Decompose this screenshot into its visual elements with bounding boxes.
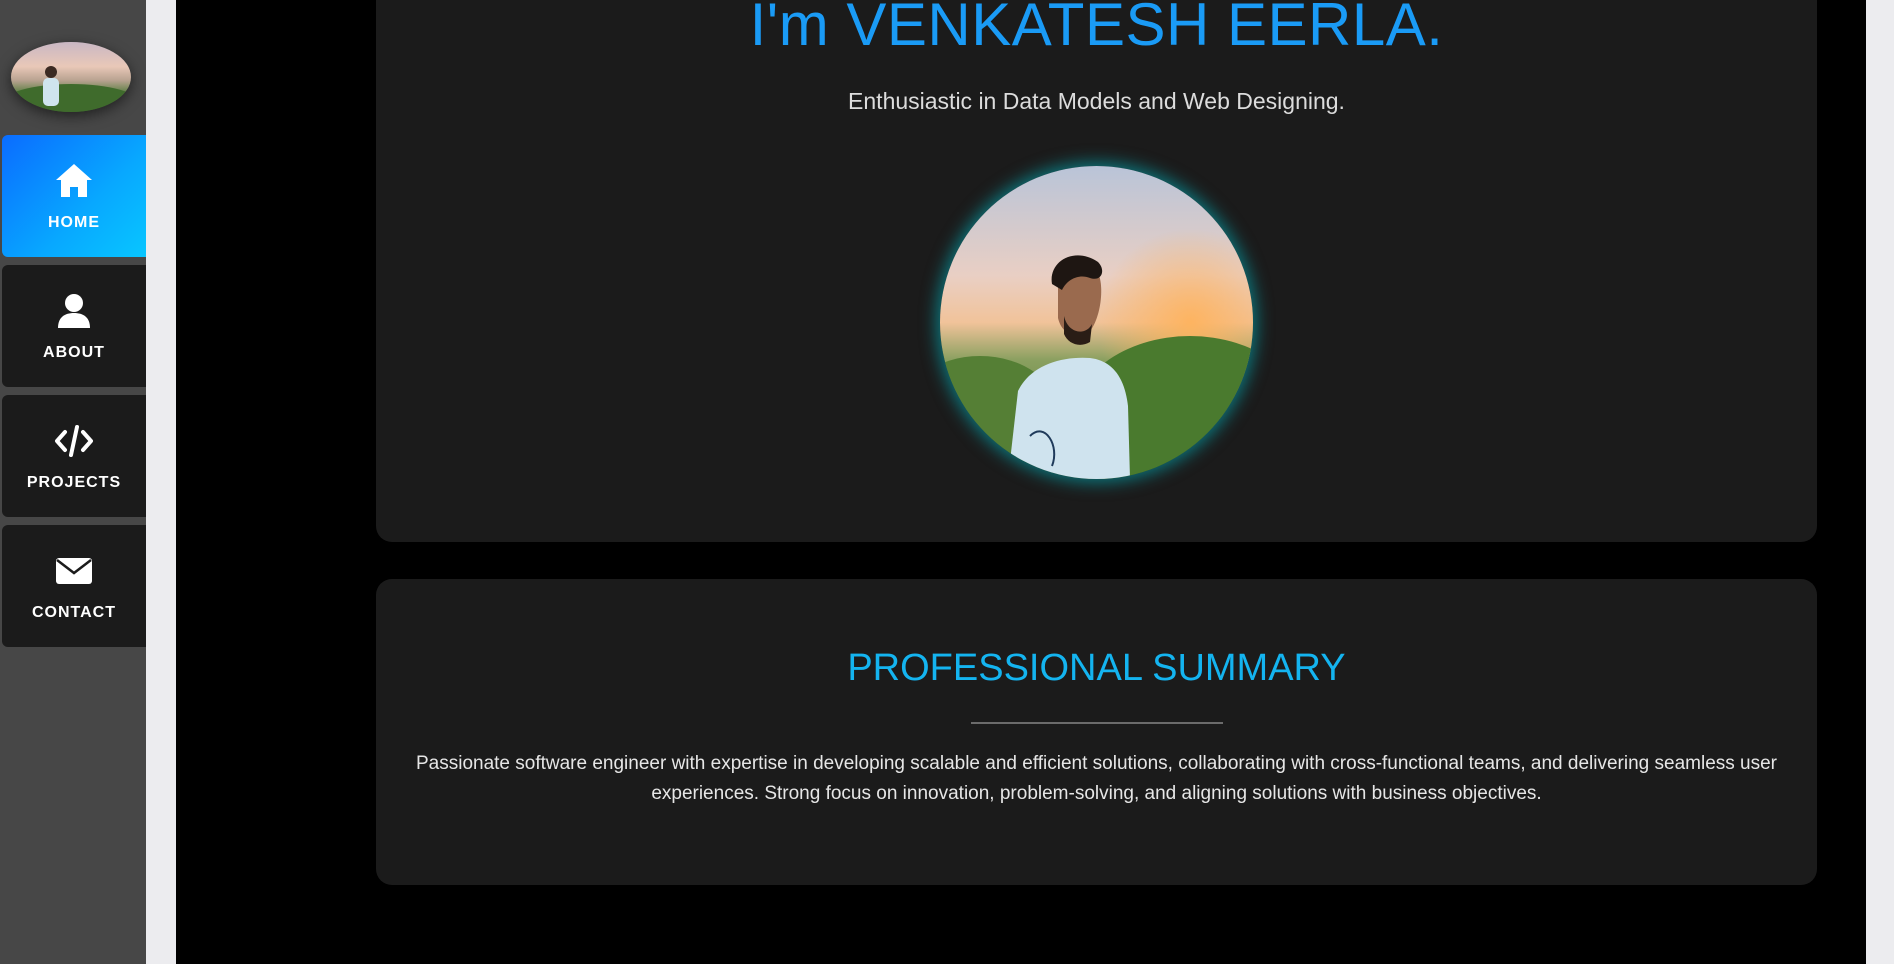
nav-contact[interactable]: CONTACT <box>2 525 146 647</box>
left-gutter <box>146 0 176 964</box>
hero-card: I'm VENKATESH EERLA. Enthusiastic in Dat… <box>376 0 1817 542</box>
summary-divider <box>971 722 1223 724</box>
hero-title: I'm VENKATESH EERLA. <box>749 0 1444 58</box>
nav-projects[interactable]: PROJECTS <box>2 395 146 517</box>
profile-photo <box>940 166 1253 479</box>
user-icon <box>58 294 90 328</box>
nav-home-label: HOME <box>48 214 100 231</box>
nav-home[interactable]: HOME <box>2 135 146 257</box>
summary-text: Passionate software engineer with expert… <box>415 753 1777 804</box>
main-content: I'm VENKATESH EERLA. Enthusiastic in Dat… <box>176 0 1866 964</box>
sidebar: HOME ABOUT PROJECTS CONTACT <box>0 0 146 964</box>
nav-projects-label: PROJECTS <box>26 474 122 491</box>
sidebar-avatar <box>11 42 131 112</box>
right-gutter <box>1866 0 1894 964</box>
home-icon <box>56 164 92 197</box>
nav-about[interactable]: ABOUT <box>2 265 146 387</box>
nav-contact-label: CONTACT <box>31 604 117 621</box>
profile-image <box>940 166 1253 479</box>
avatar-image <box>11 66 131 112</box>
nav-about-label: ABOUT <box>43 344 105 361</box>
summary-title: PROFESSIONAL SUMMARY <box>847 647 1346 689</box>
code-icon <box>55 425 93 457</box>
summary-card: PROFESSIONAL SUMMARY Passionate software… <box>376 579 1817 885</box>
hero-subtitle: Enthusiastic in Data Models and Web Desi… <box>848 88 1345 114</box>
envelope-icon <box>56 558 92 584</box>
